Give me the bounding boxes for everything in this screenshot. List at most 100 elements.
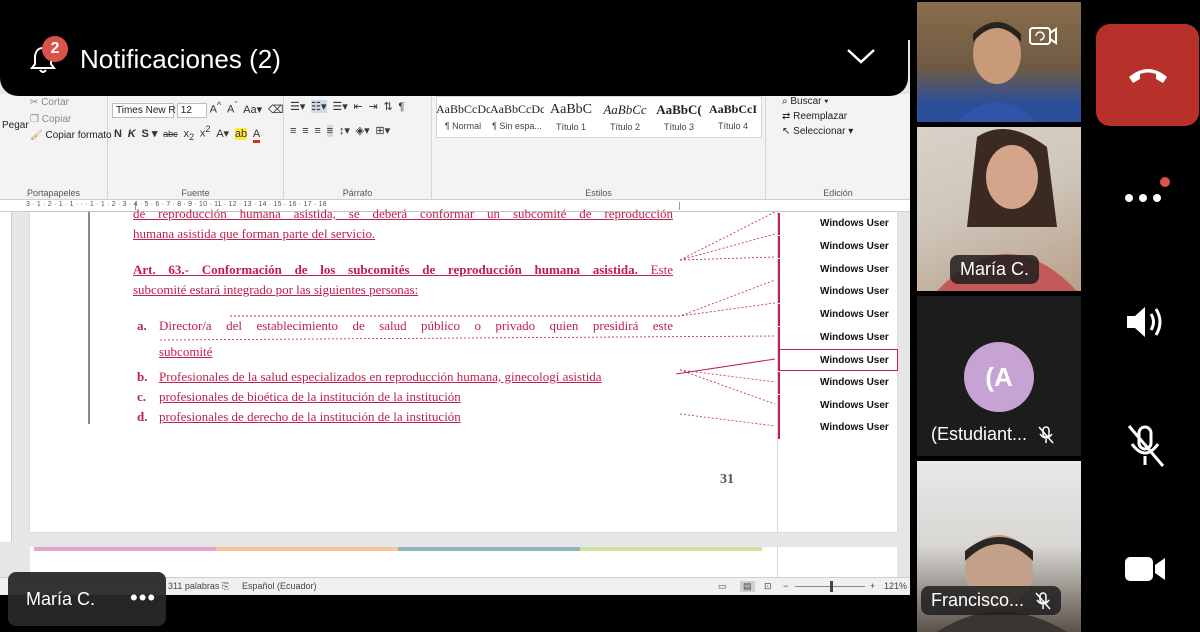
camera-icon[interactable] xyxy=(1119,543,1171,595)
style-heading-2[interactable]: AaBbCc Título 2 xyxy=(598,102,652,138)
list-item: b. Profesionales de la salud especializad… xyxy=(137,369,602,385)
sort-icon[interactable]: ⇅ xyxy=(384,100,393,113)
underline-icon[interactable]: S ▾ xyxy=(141,127,157,140)
leader-line xyxy=(679,233,776,261)
decrease-indent-icon[interactable]: ⇤ xyxy=(354,100,363,113)
style-name: Título 4 xyxy=(717,121,748,131)
format-painter-button[interactable]: 🖌 Copiar formato xyxy=(30,130,112,141)
document-page[interactable]: de reproducción humana asistida, se debe… xyxy=(30,206,898,532)
list-item: d. profesionales de derecho de la institu… xyxy=(137,409,461,425)
superscript-icon[interactable]: x2 xyxy=(200,124,211,140)
language[interactable]: Español (Ecuador) xyxy=(242,581,317,591)
style-heading-3[interactable]: AaBbC( Título 3 xyxy=(652,102,706,138)
bullets-icon[interactable]: ☰▾ xyxy=(290,100,305,113)
style-heading-4[interactable]: AaBbCcI Título 4 xyxy=(706,102,760,138)
word-count[interactable]: 311 palabras xyxy=(168,581,219,591)
paste-label: Pegar xyxy=(2,120,29,131)
web-layout-icon[interactable]: ⊡ xyxy=(764,581,772,592)
cut-button[interactable]: ✂ Cortar xyxy=(30,97,69,108)
comment-balloon[interactable]: Windows User xyxy=(778,259,898,281)
numbering-icon[interactable]: ☷▾ xyxy=(311,100,327,113)
copy-button[interactable]: ❐ Copiar xyxy=(30,114,71,125)
avatar: (A xyxy=(964,342,1034,412)
magnifier-icon: ⌕ xyxy=(782,96,788,107)
proofing-icon[interactable]: ⎘ xyxy=(222,581,229,592)
participant-tile-local[interactable] xyxy=(917,2,1081,122)
pilcrow-icon[interactable]: ¶ xyxy=(399,101,405,113)
page-number: 31 xyxy=(720,472,734,487)
comment-balloon[interactable]: Windows User xyxy=(778,395,898,417)
style-normal[interactable]: AaBbCcDc ¶ Normal xyxy=(436,102,490,138)
comment-author: Windows User xyxy=(820,355,889,366)
align-right-icon[interactable]: ≡ xyxy=(314,125,320,137)
comment-balloon[interactable]: Windows User xyxy=(778,213,898,235)
speaker-icon[interactable] xyxy=(1119,296,1171,348)
shading-icon[interactable]: ◈▾ xyxy=(356,124,370,137)
chevron-down-icon[interactable] xyxy=(846,46,876,66)
zoom-level[interactable]: 121% xyxy=(884,581,907,591)
font-color-icon[interactable]: A xyxy=(252,128,261,143)
comment-balloon[interactable]: Windows User xyxy=(778,327,898,349)
comment-balloon-selected[interactable]: Windows User xyxy=(778,349,898,371)
notification-bar[interactable]: 2 Notificaciones (2) xyxy=(0,8,908,96)
style-heading-1[interactable]: AaBbC Título 1 xyxy=(544,102,598,138)
font-size-select[interactable]: 12 xyxy=(176,102,207,118)
zoom-in-icon[interactable]: + xyxy=(870,581,875,591)
align-center-icon[interactable]: ≡ xyxy=(302,125,308,137)
list-text: profesionales de bioética de la instituc… xyxy=(159,389,461,404)
participant-name-text: Francisco... xyxy=(931,590,1025,610)
comment-balloon[interactable]: Windows User xyxy=(778,236,898,258)
subscript-icon[interactable]: x2 xyxy=(183,128,194,142)
borders-icon[interactable]: ⊞▾ xyxy=(375,124,390,137)
find-button[interactable]: ⌕ Buscar ▾ xyxy=(782,96,829,107)
hang-up-button[interactable] xyxy=(1096,24,1199,126)
find-label: Buscar xyxy=(790,96,822,107)
change-case-icon[interactable]: Aa▾ xyxy=(243,103,262,116)
justify-icon[interactable]: ≡ xyxy=(326,125,334,137)
increase-indent-icon[interactable]: ⇥ xyxy=(369,100,378,113)
participant-tile[interactable]: María C. xyxy=(917,127,1081,291)
comment-balloon[interactable]: Windows User xyxy=(778,417,898,439)
more-icon[interactable] xyxy=(1119,172,1171,224)
clear-format-icon[interactable]: ⌫ xyxy=(268,103,284,116)
markup-pane: Windows User Windows User Windows User W… xyxy=(777,212,898,532)
multilevel-icon[interactable]: ☰▾ xyxy=(332,100,347,113)
active-speaker-label[interactable]: María C. ••• xyxy=(8,572,166,626)
more-options-icon[interactable]: ••• xyxy=(130,585,156,611)
text-effects-icon[interactable]: A▾ xyxy=(216,127,229,140)
zoom-slider-thumb[interactable] xyxy=(830,581,833,592)
select-button[interactable]: ↖ Seleccionar ▾ xyxy=(782,126,853,137)
grow-font-icon[interactable]: A^ xyxy=(210,100,222,116)
highlight-icon[interactable]: ab xyxy=(234,127,248,140)
font-name-select[interactable]: Times New R xyxy=(112,102,176,118)
switch-camera-icon[interactable] xyxy=(1027,20,1059,52)
editing-group: ⌕ Buscar ▾ ⇄ Reemplazar ↖ Seleccionar ▾ … xyxy=(766,94,910,200)
comment-balloon[interactable]: Windows User xyxy=(778,372,898,394)
call-controls xyxy=(1085,0,1200,632)
print-layout-icon[interactable]: ▤ xyxy=(740,581,755,592)
bold-icon[interactable]: N xyxy=(114,128,122,140)
participant-tile[interactable]: (A (Estudiant... xyxy=(917,296,1081,456)
comment-balloon[interactable]: Windows User xyxy=(778,281,898,303)
italic-icon[interactable]: K xyxy=(128,128,136,140)
vertical-ruler[interactable] xyxy=(0,212,12,542)
paste-button[interactable]: Pegar xyxy=(2,120,29,131)
microphone-muted-icon[interactable] xyxy=(1119,420,1171,472)
replace-label: Reemplazar xyxy=(793,111,848,122)
line-spacing-icon[interactable]: ↕▾ xyxy=(339,124,350,137)
list-marker: c. xyxy=(137,389,147,404)
zoom-out-icon[interactable]: − xyxy=(783,581,788,591)
replace-button[interactable]: ⇄ Reemplazar xyxy=(782,111,847,122)
read-mode-icon[interactable]: ▭ xyxy=(718,581,727,592)
style-no-spacing[interactable]: AaBbCcDc ¶ Sin espa... xyxy=(490,102,544,138)
style-preview: AaBbCcDc xyxy=(490,102,544,116)
comment-balloon[interactable]: Windows User xyxy=(778,304,898,326)
align-left-icon[interactable]: ≡ xyxy=(290,125,296,137)
style-preview: AaBbCc xyxy=(603,102,647,117)
shrink-font-icon[interactable]: Aˇ xyxy=(227,100,237,116)
participant-name: María C. xyxy=(950,255,1040,284)
font-group: Times New R 12 A^ Aˇ Aa▾ ⌫ N K S ▾ abc x… xyxy=(108,94,284,200)
participant-tile[interactable]: Francisco... xyxy=(917,461,1081,632)
strikethrough-icon[interactable]: abc xyxy=(163,129,178,139)
list-text: Director/a del establecimiento de salud … xyxy=(159,318,673,333)
